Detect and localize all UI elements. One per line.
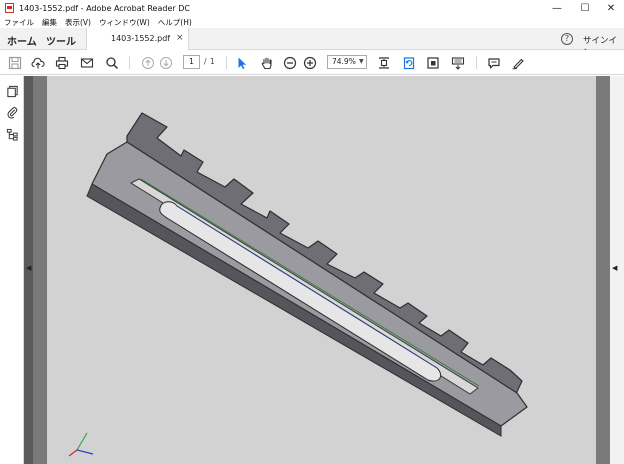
upload-icon[interactable]: [30, 55, 46, 71]
left-gutter: [33, 76, 47, 464]
zoom-out-icon[interactable]: [282, 55, 298, 71]
next-page-icon[interactable]: [158, 55, 174, 71]
pages-thumbnail-icon[interactable]: [5, 84, 19, 98]
mail-icon[interactable]: [79, 55, 95, 71]
hand-icon[interactable]: [259, 55, 275, 71]
tab-document[interactable]: 1403-1552.pdf ×: [86, 28, 189, 50]
comment-icon[interactable]: [486, 55, 502, 71]
prev-page-icon[interactable]: [140, 55, 156, 71]
cad-part-drawing: [68, 112, 528, 457]
chevron-down-icon: ▼: [359, 58, 364, 65]
page-total: 1: [210, 57, 215, 66]
collapse-left-pane-icon[interactable]: ◀: [26, 264, 32, 274]
close-window-button[interactable]: ✕: [596, 0, 624, 16]
page-number-input[interactable]: 1: [183, 55, 200, 69]
left-nav-pane: [0, 76, 24, 464]
menu-file[interactable]: ファイル: [4, 17, 34, 28]
zoom-in-icon[interactable]: [302, 55, 318, 71]
pdf-app-icon: [5, 3, 14, 13]
tab-tools[interactable]: ツール: [46, 33, 76, 48]
help-icon[interactable]: ?: [561, 33, 573, 45]
rotate-icon[interactable]: [401, 55, 417, 71]
part-inner-slot: [159, 201, 442, 382]
part-comb-teeth: [126, 112, 523, 397]
tab-home[interactable]: ホーム: [7, 33, 37, 48]
pdf-page: [47, 76, 596, 464]
right-gutter: [596, 76, 610, 464]
title-bar: 1403-1552.pdf - Adobe Acrobat Reader DC: [0, 0, 624, 16]
fit-page-icon[interactable]: [376, 55, 392, 71]
search-icon[interactable]: [104, 55, 120, 71]
menu-view[interactable]: 表示(V): [65, 17, 91, 28]
toolbar-divider: [226, 56, 227, 69]
zoom-value: 74.9%: [332, 57, 356, 66]
minimize-button[interactable]: —: [542, 0, 572, 16]
tab-bar: ホーム ツール 1403-1552.pdf × ? サインイン: [0, 28, 624, 58]
menu-edit[interactable]: 編集: [42, 17, 57, 28]
menu-window[interactable]: ウィンドウ(W): [99, 17, 150, 28]
print-icon[interactable]: [54, 55, 70, 71]
close-tab-icon[interactable]: ×: [176, 33, 184, 43]
attachment-icon[interactable]: [5, 105, 19, 119]
page-separator: /: [204, 57, 207, 66]
axis-triad-icon: [68, 432, 94, 457]
expand-right-pane-icon[interactable]: ◀: [612, 264, 617, 272]
select-cursor-icon[interactable]: [234, 55, 250, 71]
part-edge-highlight-blue: [176, 205, 438, 369]
window-title: 1403-1552.pdf - Adobe Acrobat Reader DC: [19, 3, 190, 13]
read-mode-icon[interactable]: [425, 55, 441, 71]
document-tab-label: 1403-1552.pdf: [111, 34, 171, 43]
keyboard-scroll-icon[interactable]: [450, 55, 466, 71]
layers-tree-icon[interactable]: [5, 127, 19, 141]
toolbar-divider: [129, 56, 130, 69]
zoom-dropdown[interactable]: 74.9% ▼: [327, 55, 367, 69]
toolbar: [0, 50, 624, 75]
part-edge-highlight: [140, 178, 480, 387]
part-bar-front: [86, 183, 502, 437]
menu-bar: ファイル 編集 表示(V) ウィンドウ(W) ヘルプ(H): [0, 16, 624, 28]
sign-icon[interactable]: [510, 55, 526, 71]
toolbar-divider: [476, 56, 477, 69]
save-icon[interactable]: [7, 55, 23, 71]
menu-help[interactable]: ヘルプ(H): [158, 17, 192, 28]
